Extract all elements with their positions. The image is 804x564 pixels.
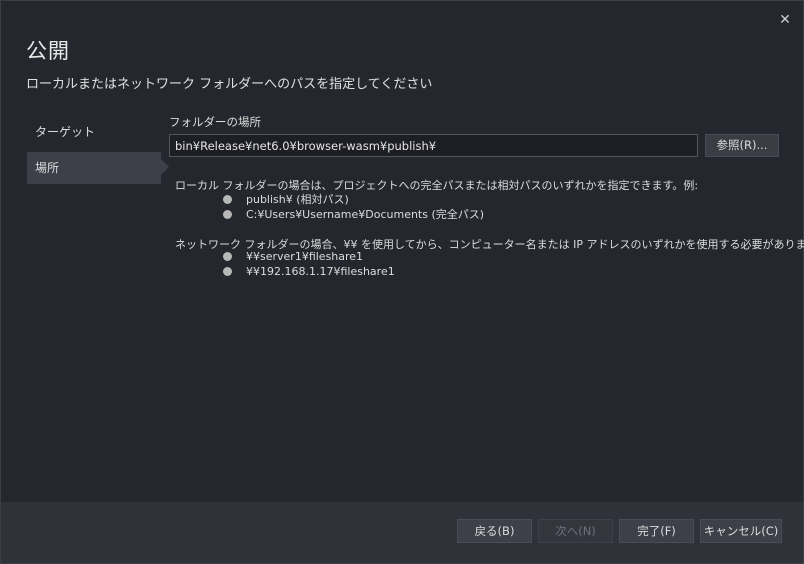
nav-item-location[interactable]: 場所 [27, 152, 161, 184]
example-text: publish¥ (相対パス) [246, 193, 349, 206]
cancel-button[interactable]: キャンセル(C) [700, 519, 782, 543]
dialog-subtitle: ローカルまたはネットワーク フォルダーへのパスを指定してください [26, 77, 433, 92]
back-button[interactable]: 戻る(B) [457, 519, 532, 543]
folder-path-input[interactable] [169, 134, 698, 157]
dialog-title: 公開 [26, 39, 70, 63]
list-item: C:¥Users¥Username¥Documents (完全パス) [223, 206, 484, 221]
list-item: publish¥ (相対パス) [223, 191, 349, 206]
example-text: ¥¥server1¥fileshare1 [246, 250, 364, 263]
list-item: ¥¥192.168.1.17¥fileshare1 [223, 265, 395, 280]
nav-selection-arrow [161, 159, 169, 175]
close-icon[interactable]: ✕ [775, 10, 795, 30]
list-item: ¥¥server1¥fileshare1 [223, 250, 363, 265]
nav-item-target[interactable]: ターゲット [27, 116, 161, 148]
folder-location-label: フォルダーの場所 [169, 115, 261, 129]
example-text: ¥¥192.168.1.17¥fileshare1 [246, 265, 395, 278]
publish-dialog: ✕ 公開 ローカルまたはネットワーク フォルダーへのパスを指定してください ター… [0, 0, 804, 564]
finish-button[interactable]: 完了(F) [619, 519, 694, 543]
bullet-icon [223, 251, 232, 261]
next-button[interactable]: 次へ(N) [538, 519, 613, 543]
bullet-icon [223, 194, 232, 204]
browse-button[interactable]: 参照(R)... [705, 134, 779, 157]
bullet-icon [223, 209, 232, 219]
bullet-icon [223, 266, 232, 276]
example-text: C:¥Users¥Username¥Documents (完全パス) [246, 208, 485, 221]
